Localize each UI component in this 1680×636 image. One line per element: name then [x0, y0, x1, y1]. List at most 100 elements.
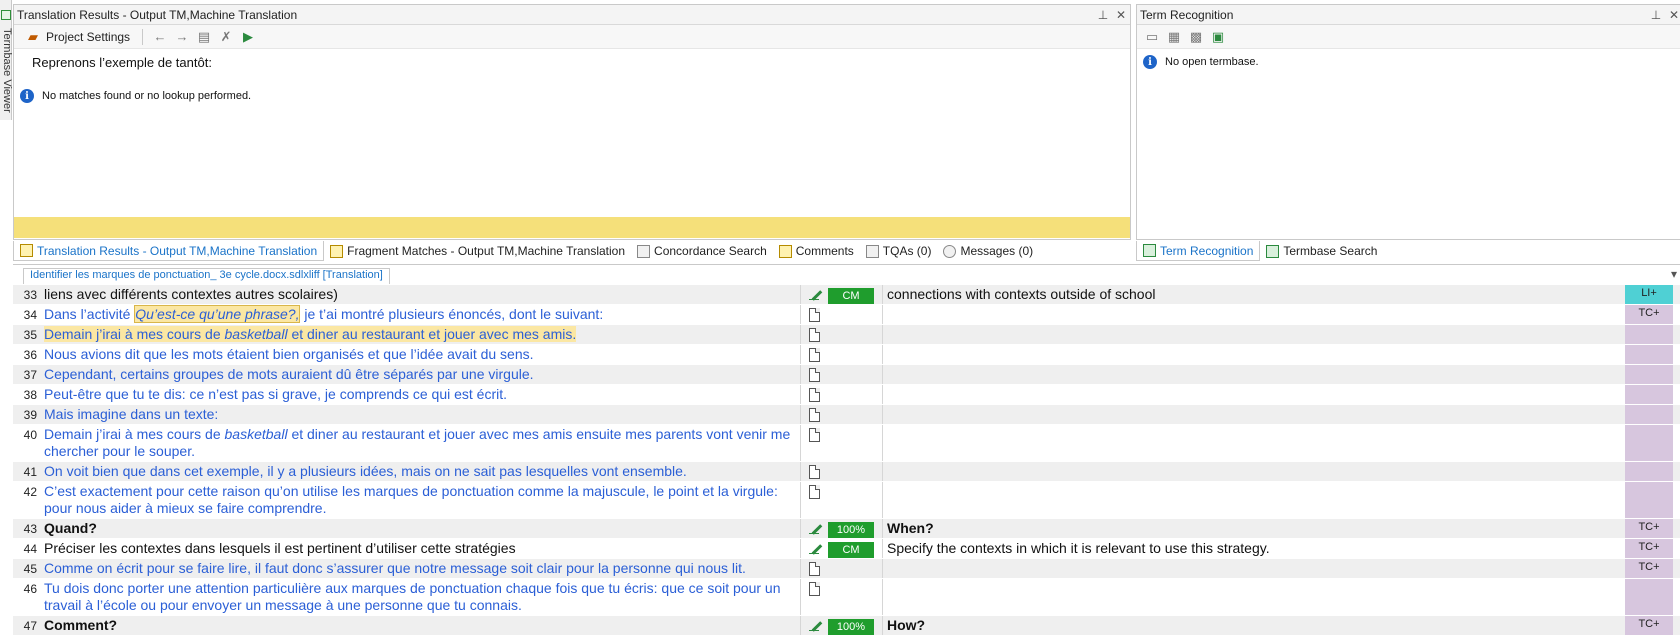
tab-termbase-search[interactable]: Termbase Search	[1260, 241, 1383, 261]
table-row[interactable]: 43 Quand? 100% When? TC+	[13, 519, 1680, 539]
termbase-settings-icon[interactable]: ▣	[1209, 28, 1227, 46]
target-segment[interactable]	[883, 365, 1625, 384]
segment-status[interactable]: CM	[801, 539, 883, 558]
source-text-run: C’est exactement pour cette raison qu’on…	[44, 483, 778, 516]
term-recognition-titlebar: Term Recognition ⊥ ✕	[1137, 5, 1680, 25]
view-entry-icon[interactable]: ▭	[1143, 28, 1161, 46]
target-segment[interactable]	[883, 425, 1625, 461]
source-segment[interactable]: Préciser les contextes dans lesquels il …	[41, 539, 801, 558]
pin-icon[interactable]: ⊥	[1094, 8, 1112, 22]
tqa-icon	[865, 244, 879, 258]
arrow-left-icon[interactable]: ←	[151, 28, 169, 46]
segment-status[interactable]	[801, 325, 883, 344]
table-row[interactable]: 47 Comment? 100% How? TC+	[13, 616, 1680, 636]
table-row[interactable]: 37 Cependant, certains groupes de mots au…	[13, 365, 1680, 385]
source-segment[interactable]: Quand?	[41, 519, 801, 538]
fragment-matches-icon	[330, 244, 344, 258]
source-text-run: je t’ai montré plusieurs énoncés, dont l…	[300, 306, 604, 322]
segment-status[interactable]	[801, 405, 883, 424]
segment-status[interactable]	[801, 425, 883, 461]
match-badge: CM	[828, 288, 874, 304]
source-segment[interactable]: Comme on écrit pour se faire lire, il fa…	[41, 559, 801, 578]
tab-translation-results[interactable]: Translation Results - Output TM,Machine …	[13, 241, 325, 261]
termbase-viewer-strip[interactable]: Termbase Viewer	[0, 0, 13, 120]
segment-status[interactable]: CM	[801, 285, 883, 304]
segment-number: 47	[23, 619, 37, 633]
source-segment[interactable]: Demain j’irai à mes cours de basketball …	[41, 325, 801, 344]
add-term-icon[interactable]: ▦	[1165, 28, 1183, 46]
tools-icon[interactable]: ✗	[217, 28, 235, 46]
segment-status[interactable]: 100%	[801, 616, 883, 635]
table-row[interactable]: 36 Nous avions dit que les mots étaient b…	[13, 345, 1680, 365]
segment-status[interactable]	[801, 462, 883, 481]
target-segment[interactable]	[883, 345, 1625, 364]
track-changes-indicator	[1625, 365, 1673, 384]
target-segment[interactable]: When?	[883, 519, 1625, 538]
quick-add-term-icon[interactable]: ▩	[1187, 28, 1205, 46]
project-settings-button[interactable]: ▰ Project Settings	[20, 27, 134, 47]
target-segment[interactable]: Specify the contexts in which it is rele…	[883, 539, 1625, 558]
source-segment[interactable]: Demain j’irai à mes cours de basketball …	[41, 425, 801, 461]
close-icon[interactable]: ✕	[1112, 8, 1130, 22]
document-tab[interactable]: Identifier les marques de ponctuation_ 3…	[23, 268, 390, 284]
table-row[interactable]: 40 Demain j’irai à mes cours de basketbal…	[13, 425, 1680, 462]
tab-term-recognition[interactable]: Term Recognition	[1136, 241, 1261, 261]
table-row[interactable]: 44 Préciser les contextes dans lesquels i…	[13, 539, 1680, 559]
table-row[interactable]: 34 Dans l’activité Qu’est-ce qu’une phras…	[13, 305, 1680, 325]
segment-status[interactable]	[801, 559, 883, 578]
segment-status[interactable]	[801, 365, 883, 384]
table-row[interactable]: 42 C’est exactement pour cette raison qu’…	[13, 482, 1680, 519]
table-row[interactable]: 33 liens avec différents contextes autres…	[13, 285, 1680, 305]
segment-number: 34	[23, 308, 37, 322]
table-row[interactable]: 41 On voit bien que dans cet exemple, il …	[13, 462, 1680, 482]
segment-status[interactable]	[801, 385, 883, 404]
source-segment[interactable]: liens avec différents contextes autres s…	[41, 285, 801, 304]
source-segment[interactable]: Dans l’activité Qu’est-ce qu’une phrase?…	[41, 305, 801, 324]
arrow-right-icon[interactable]: →	[173, 28, 191, 46]
tab-messages[interactable]: Messages (0)	[937, 241, 1039, 261]
target-segment[interactable]	[883, 559, 1625, 578]
table-row[interactable]: 35 Demain j’irai à mes cours de basketbal…	[13, 325, 1680, 345]
table-row[interactable]: 46 Tu dois donc porter une attention part…	[13, 579, 1680, 616]
segment-status[interactable]: 100%	[801, 519, 883, 538]
source-segment[interactable]: Peut-être que tu te dis: ce n’est pas si…	[41, 385, 801, 404]
segment-status[interactable]	[801, 579, 883, 615]
source-text-run: Quand?	[44, 520, 97, 536]
source-segment[interactable]: Nous avions dit que les mots étaient bie…	[41, 345, 801, 364]
segment-number: 39	[23, 408, 37, 422]
tab-comments[interactable]: Comments	[773, 241, 860, 261]
segment-status[interactable]	[801, 305, 883, 324]
table-row[interactable]: 39 Mais imagine dans un texte:	[13, 405, 1680, 425]
target-segment[interactable]	[883, 482, 1625, 518]
apply-translation-icon[interactable]: ▤	[195, 28, 213, 46]
source-segment[interactable]: Mais imagine dans un texte:	[41, 405, 801, 424]
play-icon[interactable]: ▶	[239, 28, 257, 46]
source-segment[interactable]: C’est exactement pour cette raison qu’on…	[41, 482, 801, 518]
pin-icon[interactable]: ⊥	[1647, 8, 1665, 22]
tab-fragment-matches[interactable]: Fragment Matches - Output TM,Machine Tra…	[324, 241, 631, 261]
target-segment[interactable]: How?	[883, 616, 1625, 635]
source-segment[interactable]: Tu dois donc porter une attention partic…	[41, 579, 801, 615]
segment-status[interactable]	[801, 345, 883, 364]
target-segment[interactable]: connections with contexts outside of sch…	[883, 285, 1625, 304]
segment-number: 33	[23, 288, 37, 302]
table-row[interactable]: 45 Comme on écrit pour se faire lire, il …	[13, 559, 1680, 579]
tab-tqas[interactable]: TQAs (0)	[860, 241, 938, 261]
source-segment[interactable]: Comment?	[41, 616, 801, 635]
info-icon: i	[1143, 55, 1157, 69]
translation-results-pane: Translation Results - Output TM,Machine …	[13, 4, 1131, 240]
segment-status[interactable]	[801, 482, 883, 518]
target-segment[interactable]	[883, 305, 1625, 324]
chevron-down-icon[interactable]: ▾	[1671, 267, 1677, 281]
target-segment[interactable]	[883, 385, 1625, 404]
close-icon[interactable]: ✕	[1665, 8, 1680, 22]
target-segment[interactable]	[883, 325, 1625, 344]
target-segment[interactable]	[883, 579, 1625, 615]
source-segment[interactable]: Cependant, certains groupes de mots aura…	[41, 365, 801, 384]
table-row[interactable]: 38 Peut-être que tu te dis: ce n’est pas …	[13, 385, 1680, 405]
tab-concordance-search[interactable]: Concordance Search	[631, 241, 773, 261]
target-segment[interactable]	[883, 405, 1625, 424]
translation-results-title: Translation Results - Output TM,Machine …	[17, 7, 298, 22]
source-segment[interactable]: On voit bien que dans cet exemple, il y …	[41, 462, 801, 481]
target-segment[interactable]	[883, 462, 1625, 481]
